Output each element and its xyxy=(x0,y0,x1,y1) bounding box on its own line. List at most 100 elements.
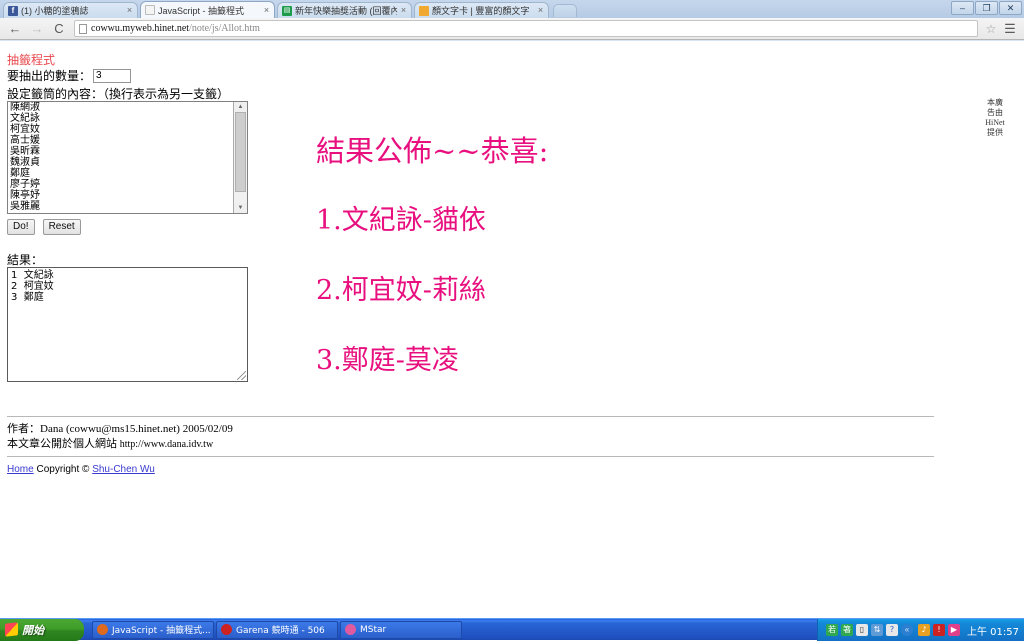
start-button-label: 開始 xyxy=(22,622,44,638)
taskbar-items: JavaScript - 抽籤程式... Garena 競時通 - 506 MS… xyxy=(92,621,462,639)
result-line: 3 鄭庭 xyxy=(11,292,247,303)
pool-name: 鄭庭 xyxy=(10,168,233,179)
scroll-down-icon[interactable]: ▼ xyxy=(234,203,247,213)
pool-textarea[interactable]: 陳網淑 文紀詠 柯宜妏 高士媛 吳昕霖 魏淑貞 鄭庭 廖子婷 陳亭妤 吳雅麗 ▲… xyxy=(7,101,248,214)
tray-expand-chevron-icon[interactable]: « xyxy=(901,624,913,636)
page-info-icon xyxy=(79,24,87,34)
result-line: 2 柯宜妏 xyxy=(11,281,247,292)
url-domain: cowwu.myweb.hinet.net xyxy=(91,23,189,34)
ime-alt-icon[interactable]: 箸 xyxy=(841,624,853,636)
panel-icon[interactable]: ▯ xyxy=(856,624,868,636)
action-buttons: Do! Reset xyxy=(7,219,81,235)
pool-name: 陳亭妤 xyxy=(10,190,233,201)
restore-button[interactable]: ❐ xyxy=(975,1,998,15)
taskbar-item-garena[interactable]: Garena 競時通 - 506 xyxy=(216,621,338,639)
taskbar-item-label: Garena 競時通 - 506 xyxy=(236,623,325,636)
window-controls: – ❐ ✕ xyxy=(951,1,1022,15)
do-button[interactable]: Do! xyxy=(7,219,35,235)
copyright-owner-link[interactable]: Shu-Chen Wu xyxy=(92,464,155,475)
help-icon[interactable]: ? xyxy=(886,624,898,636)
minimize-button[interactable]: – xyxy=(951,1,974,15)
announcement-winner: 2.柯宜妏-莉絲 xyxy=(316,256,548,326)
announcement-heading: 結果公佈~~恭喜: xyxy=(316,116,548,186)
start-button[interactable]: 開始 xyxy=(0,619,84,641)
browser-tab-2[interactable]: JavaScript - 抽籤程式 × xyxy=(140,1,275,18)
hamburger-menu-icon[interactable]: ☰ xyxy=(1000,21,1020,37)
result-textarea[interactable]: 1 文紀詠 2 柯宜妏 3 鄭庭 xyxy=(7,267,248,382)
pool-name: 柯宜妏 xyxy=(10,124,233,135)
scrollbar-thumb[interactable] xyxy=(235,112,246,192)
pool-name: 陳網淑 xyxy=(10,102,233,113)
document-icon xyxy=(145,5,155,15)
announcement-winner: 3.鄭庭-莫凌 xyxy=(316,326,548,396)
browser-tab-label: 顏文字卡 | 豐富的顏文字 xyxy=(432,4,534,17)
close-tab-icon[interactable]: × xyxy=(262,6,271,15)
browser-window: f (1) 小糖的塗鴉誌 × JavaScript - 抽籤程式 × ▤ 新年快… xyxy=(0,0,1024,618)
pool-scrollbar[interactable]: ▲ ▼ xyxy=(233,102,248,213)
browser-toolbar: ← → C cowwu.myweb.hinet.net /note/js/All… xyxy=(0,18,1024,40)
ad-line: 本廣 xyxy=(980,98,1010,108)
announcement-block: 結果公佈~~恭喜: 1.文紀詠-貓依 2.柯宜妏-莉絲 3.鄭庭-莫凌 xyxy=(316,116,548,396)
url-path: /note/js/Allot.htm xyxy=(189,23,260,34)
pool-name: 高士媛 xyxy=(10,135,233,146)
reset-button[interactable]: Reset xyxy=(43,219,81,235)
result-line: 1 文紀詠 xyxy=(11,270,247,281)
quantity-label: 要抽出的數量： xyxy=(7,67,91,84)
close-tab-icon[interactable]: × xyxy=(399,6,408,15)
new-tab-button[interactable] xyxy=(553,4,577,17)
copyright-text: Copyright © xyxy=(36,464,92,475)
pool-name: 吳昕霖 xyxy=(10,146,233,157)
browser-tab-label: 新年快樂抽獎活動 (回覆內 xyxy=(295,4,397,17)
ime-icon[interactable]: 若 xyxy=(826,624,838,636)
ad-line: 提供 xyxy=(980,128,1010,138)
result-label: 結果： xyxy=(7,251,43,268)
footer-site-line: 本文章公開於個人網站 http://www.dana.idv.tw xyxy=(7,437,233,452)
browser-tab-1[interactable]: f (1) 小糖的塗鴉誌 × xyxy=(3,2,138,18)
home-link[interactable]: Home xyxy=(7,464,34,475)
system-tray: 若 箸 ▯ ⇅ ? « ♪ ! ▶ 上午 01:57 xyxy=(817,619,1024,641)
announcement-winner: 1.文紀詠-貓依 xyxy=(316,186,548,256)
browser-tab-4[interactable]: 顏文字卡 | 豐富的顏文字 × xyxy=(414,2,549,18)
forward-icon[interactable]: → xyxy=(26,19,48,39)
browser-tab-3[interactable]: ▤ 新年快樂抽獎活動 (回覆內 × xyxy=(277,2,412,18)
reload-icon[interactable]: C xyxy=(48,19,70,39)
footer-divider-top xyxy=(7,416,934,417)
taskbar-item-label: MStar xyxy=(360,625,386,635)
taskbar-item-label: JavaScript - 抽籤程式... xyxy=(112,623,211,636)
chrome-icon xyxy=(97,624,108,635)
quantity-input[interactable] xyxy=(93,69,131,83)
footer-site-label: 本文章公開於個人網站 xyxy=(7,438,120,450)
pool-label: 設定籤筒的內容：（換行表示為另一支籤） xyxy=(7,85,229,102)
pool-name: 吳雅麗 xyxy=(10,201,233,212)
page-title: 抽籤程式 xyxy=(7,51,55,68)
close-tab-icon[interactable]: × xyxy=(125,6,134,15)
footer-divider-bottom xyxy=(7,456,934,457)
pool-name: 文紀詠 xyxy=(10,113,233,124)
media-icon[interactable]: ▶ xyxy=(948,624,960,636)
taskbar-item-mstar[interactable]: MStar xyxy=(340,621,462,639)
ad-sponsor-column: 本廣 告由 HiNet 提供 xyxy=(980,98,1010,138)
address-bar[interactable]: cowwu.myweb.hinet.net /note/js/Allot.htm xyxy=(74,20,978,37)
security-icon[interactable]: ! xyxy=(933,624,945,636)
page-content: 抽籤程式 要抽出的數量： 設定籤筒的內容：（換行表示為另一支籤） 陳網淑 文紀詠… xyxy=(0,41,1024,618)
taskbar-clock[interactable]: 上午 01:57 xyxy=(967,623,1019,638)
back-icon[interactable]: ← xyxy=(4,19,26,39)
close-tab-icon[interactable]: × xyxy=(536,6,545,15)
taskbar-item-browser[interactable]: JavaScript - 抽籤程式... xyxy=(92,621,214,639)
quantity-row: 要抽出的數量： xyxy=(7,67,131,84)
garena-icon xyxy=(221,624,232,635)
page-viewport: 抽籤程式 要抽出的數量： 設定籤筒的內容：（換行表示為另一支籤） 陳網淑 文紀詠… xyxy=(0,41,1024,618)
pool-name: 魏淑貞 xyxy=(10,157,233,168)
ad-line: 告由 xyxy=(980,108,1010,118)
resize-grip-icon[interactable] xyxy=(237,371,246,380)
footer-author-line: 作者：Dana (cowwu@ms15.hinet.net) 2005/02/0… xyxy=(7,422,233,437)
scroll-up-icon[interactable]: ▲ xyxy=(234,102,247,112)
facebook-icon: f xyxy=(8,6,18,16)
windows-logo-icon xyxy=(5,622,18,636)
network-icon[interactable]: ⇅ xyxy=(871,624,883,636)
close-window-button[interactable]: ✕ xyxy=(999,1,1022,15)
bookmark-star-icon[interactable]: ☆ xyxy=(982,22,1000,36)
footer-site-url: http://www.dana.idv.tw xyxy=(120,439,213,450)
pool-name: 廖子婷 xyxy=(10,179,233,190)
volume-icon[interactable]: ♪ xyxy=(918,624,930,636)
